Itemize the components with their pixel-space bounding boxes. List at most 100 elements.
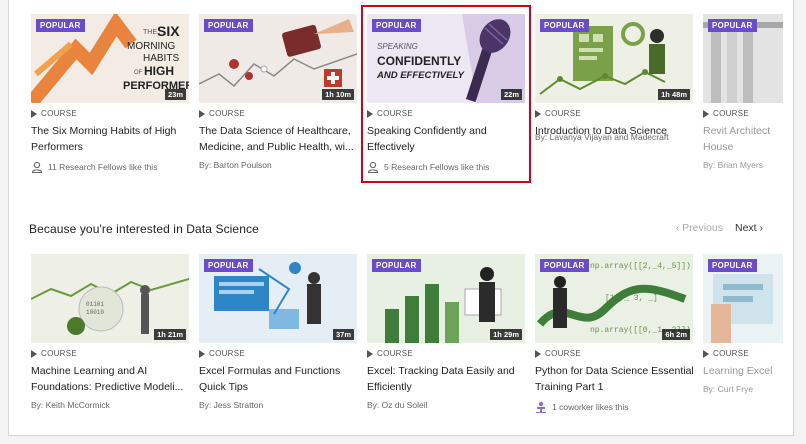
thumb-text: THE	[143, 29, 157, 36]
likes-text: 11 Research Fellows like this	[48, 162, 158, 172]
selected-course-highlight	[361, 5, 531, 183]
course-card[interactable]: 01101 10010 1h 21m COURSE Machine Learni…	[31, 254, 189, 410]
course-author: By: Barton Poulson	[199, 160, 272, 170]
course-title[interactable]: Learning Excel	[703, 363, 783, 379]
content-type-label: COURSE	[713, 109, 750, 118]
course-thumbnail[interactable]: POPULAR 1h 29m	[367, 254, 525, 343]
play-icon	[535, 349, 541, 358]
content-type-label: COURSE	[41, 109, 78, 118]
person-icon	[31, 161, 43, 173]
course-thumbnail[interactable]: POPULAR	[703, 254, 783, 343]
carousel-pager: ‹ Previous Next ›	[676, 222, 763, 234]
course-title[interactable]: Excel Formulas and Functions Quick Tips	[199, 363, 357, 395]
content-type-label: COURSE	[713, 349, 750, 358]
thumb-text: SIX	[157, 23, 180, 39]
course-thumbnail[interactable]: POPULAR 1h 48m	[535, 14, 693, 103]
duration-badge: 1h 21m	[154, 329, 186, 340]
thumb-text: OF	[134, 70, 143, 76]
course-title-line: Revit Architect	[703, 125, 771, 137]
course-card[interactable]: THE SIX MORNING HABITS OF HIGH PERFORMER…	[31, 14, 189, 173]
duration-badge: 1h 48m	[658, 89, 690, 100]
course-title-line: Python for Data Science Essential	[535, 365, 693, 377]
course-title-line: Foundations: Predictive Modeli...	[31, 381, 184, 393]
likes-count: 1 coworker likes this	[535, 401, 693, 413]
course-card[interactable]: POPULAR 1h 48m COURSE Introduction to Da…	[535, 14, 693, 142]
content-type: COURSE	[31, 349, 189, 358]
course-title-line: The Data Science of Healthcare,	[199, 125, 351, 137]
thumb-text: MORNING	[127, 41, 176, 52]
content-type-label: COURSE	[545, 349, 582, 358]
thumb-code: np.array([[2,_4,_5]])	[590, 262, 691, 271]
content-type: COURSE	[703, 349, 783, 358]
next-label: Next	[734, 222, 757, 234]
play-icon	[199, 349, 205, 358]
course-card[interactable]: POPULAR 37m COURSE Excel Formulas and Fu…	[199, 254, 357, 410]
course-title-line: The Six Morning Habits of High	[31, 125, 177, 137]
previous-label: Previous	[682, 222, 723, 234]
popular-badge: POPULAR	[708, 19, 757, 32]
course-title-line: House	[703, 141, 734, 153]
play-icon	[31, 109, 37, 118]
popular-badge: POPULAR	[204, 259, 253, 272]
course-card[interactable]: POPULAR 1h 29m COURSE Excel: Tracking Da…	[367, 254, 525, 410]
likes-count: 11 Research Fellows like this	[31, 161, 189, 173]
duration-badge: 23m	[164, 89, 186, 100]
course-thumbnail[interactable]: THE SIX MORNING HABITS OF HIGH PERFORMER…	[31, 14, 189, 103]
course-card[interactable]: POPULAR COURSE Revit Architect House By: …	[703, 14, 783, 170]
popular-badge: POPULAR	[204, 19, 253, 32]
course-title-line: Quick Tips	[199, 381, 249, 393]
likes-text: 1 coworker likes this	[552, 402, 629, 412]
popular-badge: POPULAR	[540, 19, 589, 32]
duration-badge: 1h 10m	[322, 89, 354, 100]
course-title[interactable]: The Data Science of Healthcare, Medicine,…	[199, 123, 357, 155]
course-card[interactable]: POPULAR 1h 10m COURSE The Data Science o…	[199, 14, 357, 170]
course-title-line: Learning Excel	[703, 365, 773, 377]
course-title[interactable]: Excel: Tracking Data Easily and Efficient…	[367, 363, 525, 395]
play-icon	[535, 109, 541, 118]
course-thumbnail[interactable]: 01101 10010 1h 21m	[31, 254, 189, 343]
course-title[interactable]: Python for Data Science Essential Trainin…	[535, 363, 693, 395]
course-author: By: Jess Stratton	[199, 400, 264, 410]
course-title[interactable]: The Six Morning Habits of High Performers	[31, 123, 189, 155]
content-type-label: COURSE	[377, 349, 414, 358]
content-type: COURSE	[31, 109, 189, 118]
course-author: By: Lavanya Vijayan and Madecraft	[535, 132, 669, 142]
course-thumbnail[interactable]: POPULAR	[703, 14, 783, 103]
play-icon	[703, 109, 709, 118]
course-author: By: Oz du Soleil	[367, 400, 428, 410]
play-icon	[31, 349, 37, 358]
thumb-text: HABITS	[143, 53, 179, 64]
content-type-label: COURSE	[545, 109, 582, 118]
content-type: COURSE	[535, 349, 693, 358]
previous-button[interactable]: ‹ Previous	[676, 222, 723, 234]
coworker-icon	[536, 401, 546, 413]
popular-badge: POPULAR	[36, 19, 85, 32]
course-title-line: Machine Learning and AI	[31, 365, 148, 377]
content-type: COURSE	[199, 349, 357, 358]
section-title: Because you're interested in Data Scienc…	[29, 222, 259, 236]
course-author: By: Curt Frye	[703, 384, 754, 394]
course-carousel-panel: THE SIX MORNING HABITS OF HIGH PERFORMER…	[8, 0, 794, 436]
course-author: By: Keith McCormick	[31, 400, 110, 410]
course-author: By: Brian Myers	[703, 160, 763, 170]
course-thumbnail[interactable]: POPULAR 1h 10m	[199, 14, 357, 103]
content-type: COURSE	[367, 349, 525, 358]
play-icon	[367, 349, 373, 358]
duration-badge: 6h 2m	[662, 329, 690, 340]
popular-badge: POPULAR	[540, 259, 589, 272]
course-title-line: Medicine, and Public Health, wi...	[199, 141, 354, 153]
course-title[interactable]: Revit Architect House	[703, 123, 783, 155]
content-type-label: COURSE	[209, 109, 246, 118]
course-thumbnail[interactable]: np.array([[2,_4,_5]]) [10,_ 3, _] np.arr…	[535, 254, 693, 343]
course-title[interactable]: Machine Learning and AI Foundations: Pred…	[31, 363, 189, 395]
play-icon	[703, 349, 709, 358]
svg-text:01101: 01101	[86, 301, 104, 308]
course-card[interactable]: POPULAR COURSE Learning Excel By: Curt F…	[703, 254, 783, 394]
course-title-line: Efficiently	[367, 381, 412, 393]
play-icon	[199, 109, 205, 118]
content-type-label: COURSE	[209, 349, 246, 358]
next-button[interactable]: Next ›	[735, 222, 763, 234]
course-thumbnail[interactable]: POPULAR 37m	[199, 254, 357, 343]
course-card[interactable]: np.array([[2,_4,_5]]) [10,_ 3, _] np.arr…	[535, 254, 693, 413]
course-title-line: Excel: Tracking Data Easily and	[367, 365, 515, 377]
